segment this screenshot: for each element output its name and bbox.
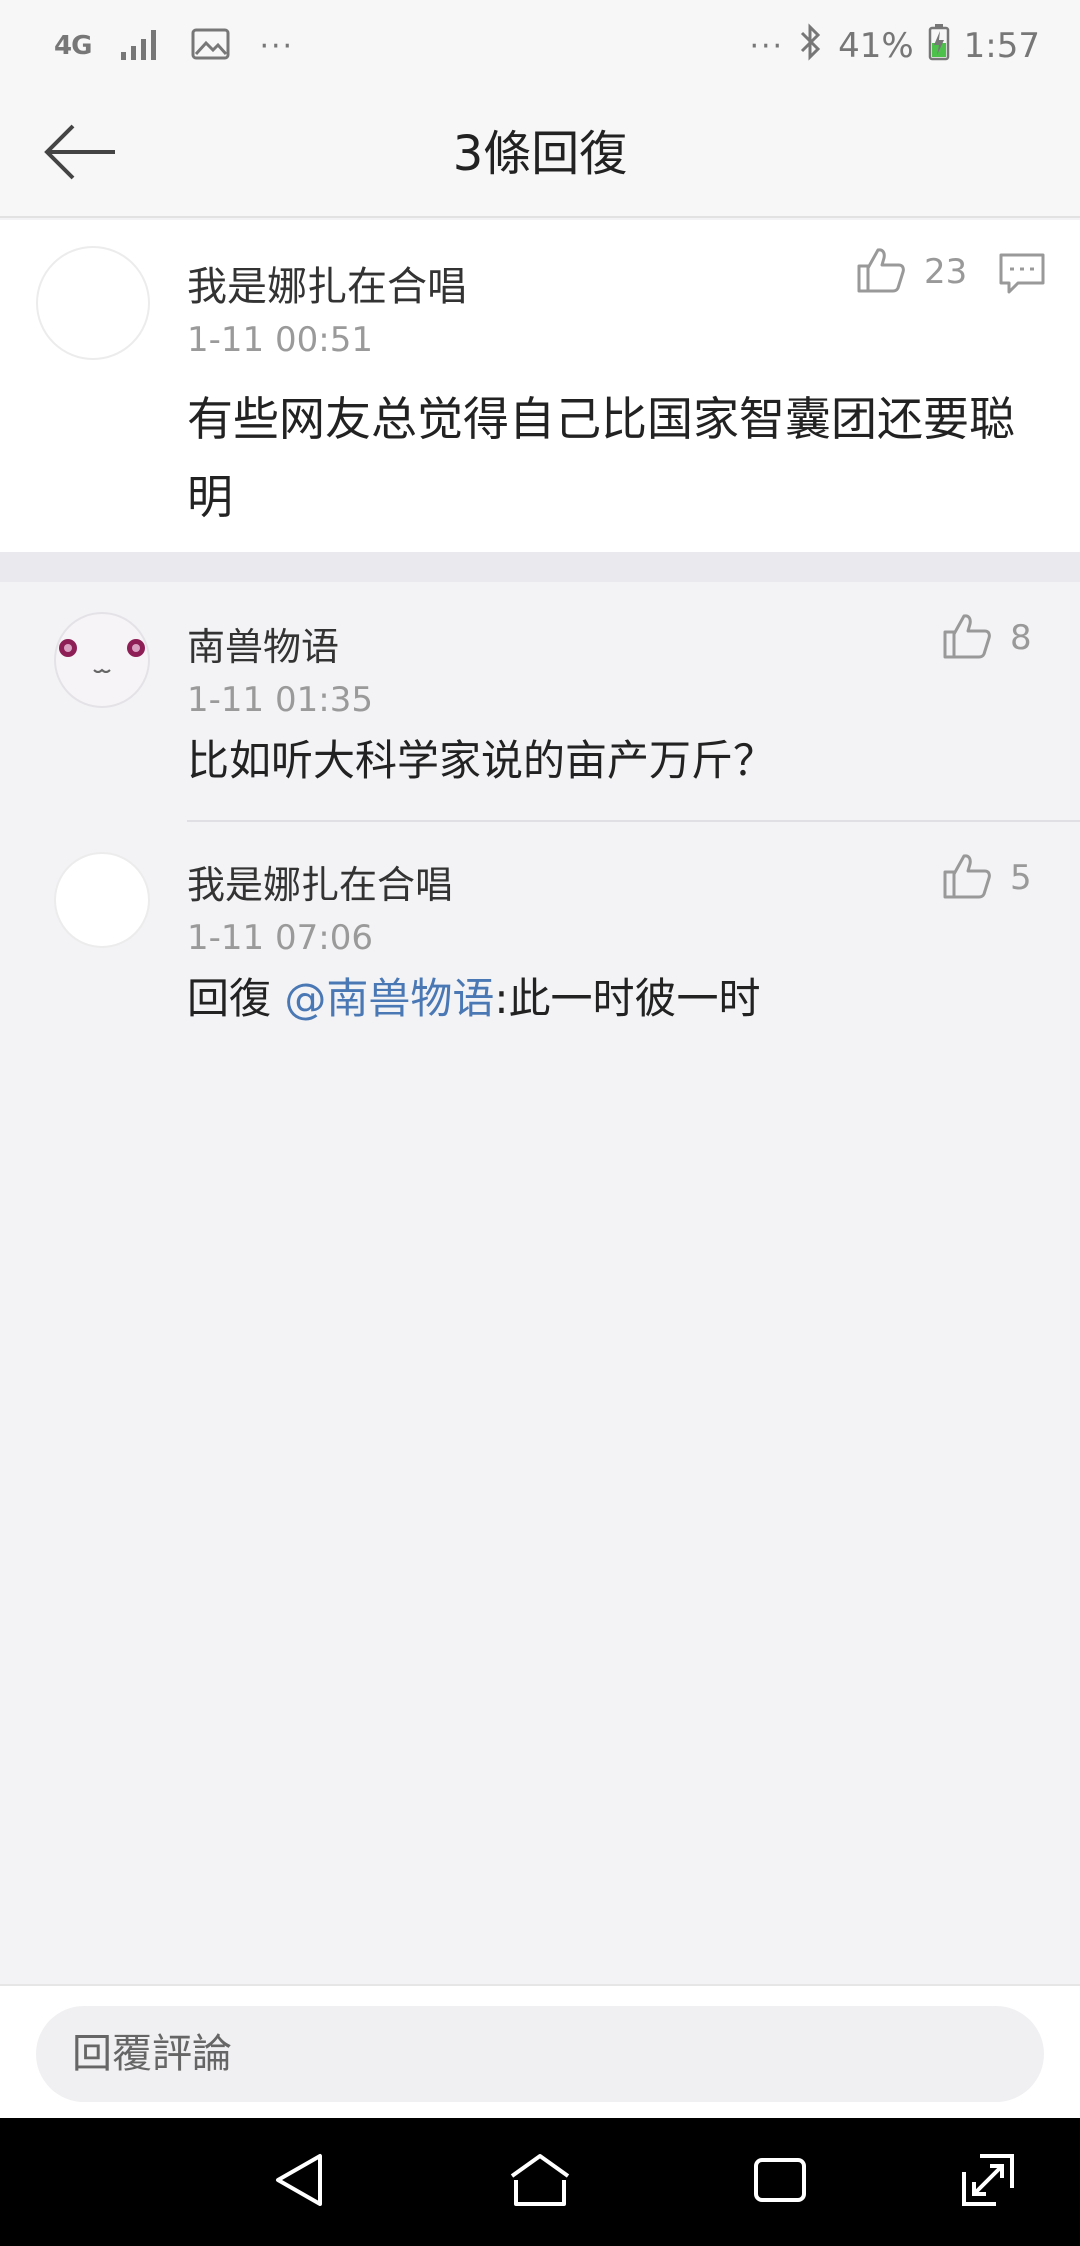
thumbs-up-icon bbox=[942, 852, 992, 904]
comment-time: 1-11 00:51 bbox=[187, 320, 373, 360]
comment-reply-button[interactable] bbox=[998, 252, 1046, 300]
comment-bubble-icon bbox=[998, 253, 1046, 300]
image-icon bbox=[191, 27, 231, 65]
reply-input[interactable] bbox=[36, 2006, 1044, 2102]
thumbs-up-icon bbox=[942, 612, 992, 664]
like-button[interactable]: 8 bbox=[942, 612, 1032, 664]
bluetooth-icon bbox=[798, 22, 824, 70]
reply-time: 1-11 01:35 bbox=[187, 680, 373, 720]
like-count: 23 bbox=[924, 252, 968, 292]
system-nav-bar bbox=[0, 2118, 1080, 2246]
mention-link[interactable]: @南兽物语 bbox=[284, 974, 494, 1023]
avatar[interactable] bbox=[54, 852, 150, 948]
more-notifications-icon: ··· bbox=[749, 28, 785, 64]
back-button[interactable] bbox=[36, 112, 126, 196]
network-type: 4G bbox=[54, 31, 92, 61]
nav-back-button[interactable] bbox=[264, 2146, 336, 2218]
signal-icon bbox=[119, 26, 163, 66]
triangle-back-icon bbox=[270, 2150, 330, 2214]
battery-percent: 41% bbox=[838, 26, 914, 66]
reply-list: 南兽物语 1-11 01:35 比如听大科学家说的亩产万斤？ 8 我是娜扎在合唱… bbox=[0, 582, 1080, 1052]
reply-text: 比如听大科学家说的亩产万斤？ bbox=[187, 736, 776, 785]
thumbs-up-icon bbox=[856, 246, 906, 298]
page-title: 3條回復 bbox=[452, 126, 628, 182]
status-left-icons: 4G ··· bbox=[54, 22, 294, 70]
main-comment: 我是娜扎在合唱 1-11 00:51 有些网友总觉得自己比国家智囊团还要聪明 2… bbox=[0, 220, 1080, 552]
status-right-icons: ··· 41% 1:57 bbox=[749, 22, 1040, 70]
reply-text: 回復 @南兽物语:此一时彼一时 bbox=[187, 968, 761, 1030]
comment-replies-page: 4G ··· ··· 41% 1:57 3條回復 我是娜扎在合唱 1-11 00… bbox=[0, 0, 1080, 2246]
clock: 1:57 bbox=[963, 26, 1040, 66]
reply-divider bbox=[187, 820, 1080, 822]
more-icon: ··· bbox=[259, 28, 295, 64]
like-button[interactable]: 5 bbox=[942, 852, 1032, 904]
reply-time: 1-11 07:06 bbox=[187, 918, 373, 958]
recents-icon bbox=[750, 2150, 810, 2214]
comment-author[interactable]: 我是娜扎在合唱 bbox=[187, 254, 467, 312]
avatar[interactable] bbox=[54, 612, 150, 708]
nav-recents-button[interactable] bbox=[744, 2146, 816, 2218]
section-divider bbox=[0, 552, 1080, 582]
arrow-left-icon bbox=[43, 122, 119, 186]
like-count: 8 bbox=[1010, 618, 1032, 658]
home-icon bbox=[508, 2150, 572, 2214]
like-count: 5 bbox=[1010, 858, 1032, 898]
reply-author[interactable]: 南兽物语 bbox=[187, 616, 339, 671]
reply-body: :此一时彼一时 bbox=[494, 974, 761, 1023]
reply-bar bbox=[0, 1984, 1080, 2118]
comment-text: 有些网友总觉得自己比国家智囊团还要聪明 bbox=[187, 392, 1015, 524]
status-bar: 4G ··· ··· 41% 1:57 bbox=[0, 0, 1080, 90]
expand-icon bbox=[958, 2150, 1018, 2214]
reply-prefix: 回復 bbox=[187, 974, 285, 1023]
nav-expand-button[interactable] bbox=[952, 2146, 1024, 2218]
header: 3條回復 bbox=[0, 90, 1080, 218]
reply-author[interactable]: 我是娜扎在合唱 bbox=[187, 854, 453, 909]
nav-home-button[interactable] bbox=[504, 2146, 576, 2218]
battery-icon bbox=[928, 23, 950, 70]
like-button[interactable]: 23 bbox=[856, 246, 967, 298]
avatar[interactable] bbox=[36, 246, 150, 360]
